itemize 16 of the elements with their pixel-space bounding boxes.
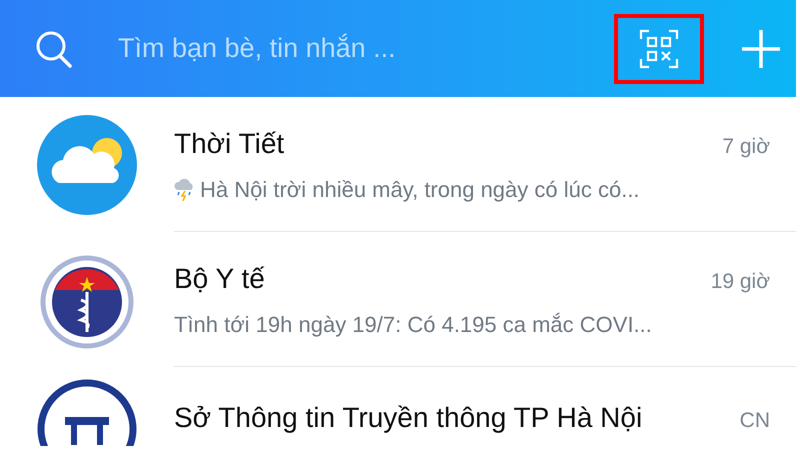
qr-code-icon (639, 28, 679, 68)
message-preview: Tình tới 19h ngày 19/7: Có 4.195 ca mắc COVI... (174, 310, 652, 339)
search-field[interactable]: Tìm bạn bè, tin nhắn ... (118, 28, 538, 69)
message-time: CN (740, 408, 770, 434)
conversation-item[interactable]: Thời Tiết 7 giờ Hà Nội trời nhiều mây, trong ngày có lúc có... (0, 97, 796, 232)
message-preview: Hà Nội trời nhiều mây, trong ngày có lúc có... (200, 176, 640, 204)
message-time: 7 giờ (722, 134, 770, 160)
contact-name: Bộ Y tế (174, 262, 265, 296)
contact-name: Thời Tiết (174, 126, 284, 160)
message-time: 19 giờ (710, 268, 770, 294)
add-icon[interactable] (740, 28, 782, 70)
search-icon[interactable] (34, 28, 74, 68)
conversation-item[interactable]: Sở Thông tin Truyền thông TP Hà Nội CN (0, 367, 796, 446)
qr-code-button[interactable] (614, 14, 704, 84)
contact-name: Sở Thông tin Truyền thông TP Hà Nội (174, 401, 642, 435)
conversation-item[interactable]: Bộ Y tế 19 giờ Tình tới 19h ngày 19/7: Có 4.195 ca mắc COVI... (0, 232, 796, 367)
